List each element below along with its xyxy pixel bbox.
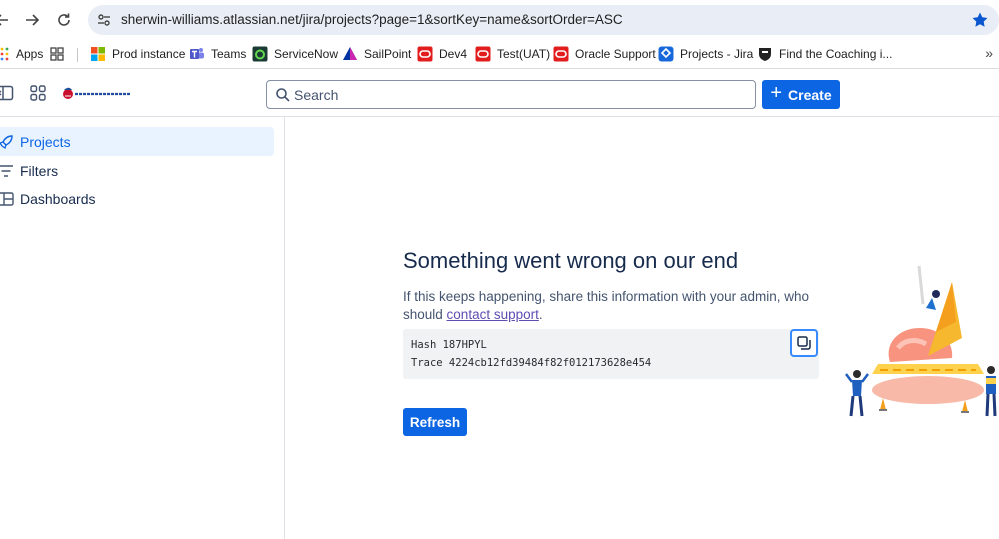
oracle-icon [475, 46, 491, 62]
app-switcher-icon[interactable] [29, 84, 47, 102]
sidebar-item-dashboards[interactable]: Dashboards [0, 184, 274, 213]
worker-right [985, 366, 997, 417]
sidebar-item-label: Projects [20, 133, 71, 150]
sidebar-item-label: Filters [20, 162, 59, 179]
sherwin-williams-logo[interactable] [62, 84, 132, 104]
copy-button[interactable] [790, 329, 818, 357]
bookmark-label: Projects - Jira [680, 47, 754, 61]
copy-icon [797, 336, 811, 350]
search-input[interactable]: Search [266, 80, 756, 109]
search-placeholder: Search [294, 87, 339, 103]
bookmark-label: Dev4 [439, 47, 468, 61]
hash-line: Hash 187HPYL [411, 339, 487, 351]
site-settings-icon[interactable] [96, 12, 112, 28]
shield-icon [757, 46, 773, 62]
bookmark-tab-groups[interactable] [49, 45, 71, 63]
bookmark-label: Oracle Support [575, 47, 656, 61]
sidebar-item-filters[interactable]: Filters [0, 156, 274, 185]
sidebar-toggle-icon[interactable] [0, 84, 14, 102]
bookmark-teams[interactable]: Teams [189, 45, 246, 63]
jira-icon [658, 46, 674, 62]
bookmark-label: ServiceNow [274, 47, 339, 61]
plus-icon: + [770, 82, 783, 104]
bookmark-servicenow[interactable]: ServiceNow [252, 45, 338, 63]
url-text[interactable]: sherwin-williams.atlassian.net/jira/proj… [121, 12, 623, 27]
sidebar: Projects Filters Dashboards [0, 117, 285, 539]
error-description-end: . [538, 307, 543, 322]
dashboard-icon [0, 191, 14, 206]
sidebar-item-projects[interactable]: Projects [0, 127, 274, 156]
bookmark-projects-jira[interactable]: Projects - Jira [658, 45, 753, 63]
bookmark-separator [77, 48, 78, 62]
browser-toolbar: sherwin-williams.atlassian.net/jira/proj… [0, 0, 999, 40]
bookmark-apps[interactable]: Apps [0, 45, 43, 63]
bookmark-sailpoint[interactable]: SailPoint [342, 45, 411, 63]
forward-arrow-icon[interactable] [20, 8, 44, 32]
bookmark-find-coaching[interactable]: Find the Coaching i... [757, 45, 892, 63]
microsoft-logo-icon [90, 46, 106, 62]
back-arrow-icon[interactable] [0, 8, 14, 32]
jira-top-nav: Search + Create [0, 70, 999, 117]
apps-grid-icon [0, 46, 10, 62]
bookmark-oracle-support[interactable]: Oracle Support [553, 45, 656, 63]
error-details-box: Hash 187HPYL Trace 4224cb12fd39484f82f01… [403, 329, 819, 379]
tab-groups-icon [49, 46, 65, 62]
bookmarks-bar: Apps Prod instance Teams ServiceNow Sail… [0, 40, 999, 69]
servicenow-icon [252, 46, 268, 62]
bookmark-label: Prod instance [112, 47, 186, 61]
bookmark-label: Test(UAT) [497, 47, 551, 61]
error-illustration [845, 265, 997, 417]
create-button[interactable]: + Create [762, 80, 840, 109]
bookmark-label: Find the Coaching i... [779, 47, 893, 61]
worker-left [845, 370, 869, 417]
oracle-icon [417, 46, 433, 62]
teams-icon [189, 46, 205, 62]
address-bar[interactable]: sherwin-williams.atlassian.net/jira/proj… [88, 5, 999, 35]
create-label: Create [788, 86, 832, 103]
reload-icon[interactable] [52, 8, 76, 32]
refresh-button[interactable]: Refresh [403, 408, 467, 436]
oracle-icon [553, 46, 569, 62]
trace-line: Trace 4224cb12fd39484f82f012173628e454 [411, 357, 652, 369]
bookmark-prod-instance[interactable]: Prod instance [90, 45, 185, 63]
bookmark-star-icon[interactable] [971, 11, 989, 29]
search-icon [276, 88, 290, 102]
bookmark-label: SailPoint [364, 47, 412, 61]
bookmark-dev4[interactable]: Dev4 [417, 45, 467, 63]
rocket-icon [0, 134, 13, 149]
bookmark-label: Apps [16, 47, 44, 61]
bookmarks-overflow-button[interactable]: » [985, 45, 993, 61]
bookmark-label: Teams [211, 47, 247, 61]
error-description: If this keeps happening, share this info… [403, 288, 823, 324]
sailpoint-icon [342, 46, 358, 62]
bookmark-test-uat[interactable]: Test(UAT) [475, 45, 550, 63]
contact-support-link[interactable]: contact support [447, 307, 539, 322]
filter-icon [0, 164, 13, 177]
error-title: Something went wrong on our end [403, 248, 739, 273]
sidebar-item-label: Dashboards [20, 190, 96, 207]
